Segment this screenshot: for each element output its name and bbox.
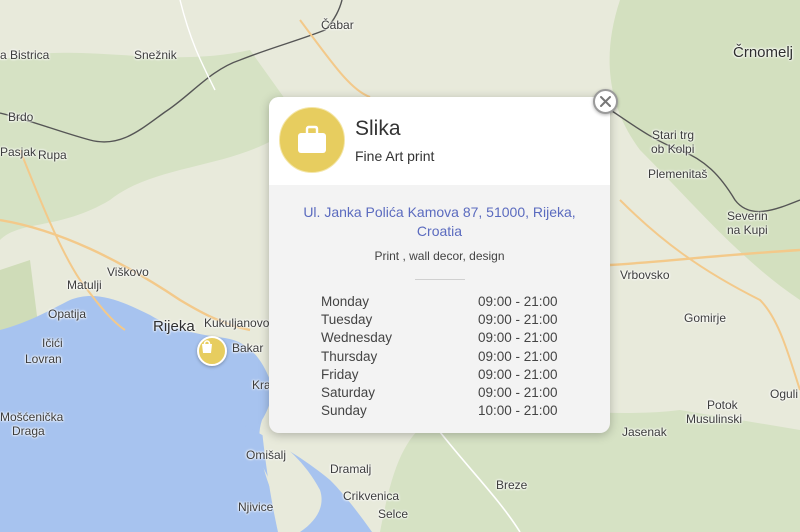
map-label-matulji: Matulji — [67, 278, 102, 292]
hours-row: Wednesday 09:00 - 21:00 — [321, 330, 561, 348]
hours-time: 09:00 - 21:00 — [478, 384, 558, 400]
close-icon — [600, 96, 611, 107]
store-marker[interactable] — [197, 336, 227, 366]
map-label-vrbovsko: Vrbovsko — [620, 268, 670, 282]
hours-time: 09:00 - 21:00 — [478, 312, 558, 328]
hours-day: Friday — [321, 366, 359, 382]
map-label-lovran: Lovran — [25, 352, 62, 366]
hours-row: Tuesday 09:00 - 21:00 — [321, 312, 561, 330]
map-label-cabar: Čabar — [321, 18, 354, 32]
map-label-stari-trg-1: Stari trg — [652, 128, 695, 142]
map-label-ogulin: Oguli — [770, 387, 799, 401]
map-label-moscenicka-1: Mošćenička — [0, 410, 64, 424]
divider — [415, 279, 465, 280]
hours-row: Monday 09:00 - 21:00 — [321, 294, 561, 312]
map-label-selce: Selce — [378, 507, 409, 521]
map-label-plemenitas: Plemenitaš — [648, 167, 708, 181]
map-label-omisalj: Omišalj — [246, 448, 287, 462]
business-tags: Print , wall decor, design — [374, 249, 505, 263]
map-label-crnomelj: Črnomelj — [733, 44, 794, 61]
map-label-severin-2: na Kupi — [727, 223, 768, 237]
map-label-viskovo: Viškovo — [107, 265, 149, 279]
map-label-sneznik: Snežnik — [134, 48, 177, 62]
map-label-potok-1: Potok — [707, 398, 738, 412]
hours-day: Tuesday — [321, 312, 373, 328]
map-label-moscenicka-2: Draga — [12, 424, 45, 438]
map-label-jasenak: Jasenak — [622, 425, 667, 439]
map-label-breze: Breze — [496, 478, 528, 492]
business-avatar — [279, 107, 345, 173]
map-label-bakar: Bakar — [232, 341, 264, 355]
hours-time: 09:00 - 21:00 — [478, 348, 558, 364]
hours-row: Thursday 09:00 - 21:00 — [321, 349, 561, 367]
popup-header: Slika Fine Art print — [269, 97, 610, 185]
map-label-dramalj: Dramalj — [330, 462, 372, 476]
opening-hours: Monday 09:00 - 21:00 Tuesday 09:00 - 21:… — [321, 294, 561, 421]
hours-day: Sunday — [321, 403, 367, 419]
hours-day: Monday — [321, 294, 370, 309]
map-label-opatija: Opatija — [48, 307, 87, 321]
hours-row: Friday 09:00 - 21:00 — [321, 367, 561, 385]
close-popup-button[interactable] — [593, 89, 618, 114]
info-popup: Slika Fine Art print Ul. Janka Polića Ka… — [269, 97, 610, 433]
business-subtitle: Fine Art print — [355, 148, 435, 164]
map-label-kraljevica: Kra — [252, 378, 271, 392]
map-label-potok-2: Musulinski — [686, 412, 743, 426]
map-label-icici: Ičići — [42, 336, 63, 350]
hours-time: 09:00 - 21:00 — [478, 330, 558, 346]
hours-day: Wednesday — [321, 330, 393, 346]
map-label-njivice: Njivice — [238, 500, 274, 514]
hours-day: Thursday — [321, 348, 378, 364]
business-name: Slika — [355, 117, 401, 140]
map-label-ilirska-bistrica: a Bistrica — [0, 48, 50, 62]
hours-time: 09:00 - 21:00 — [478, 366, 558, 382]
map-label-pasjak: Pasjak — [0, 145, 37, 159]
shopping-bag-icon — [202, 340, 212, 353]
hours-row: Saturday 09:00 - 21:00 — [321, 385, 561, 403]
map-label-rijeka: Rijeka — [153, 318, 195, 335]
hours-row: Sunday 10:00 - 21:00 — [321, 403, 561, 421]
hours-day: Saturday — [321, 384, 376, 400]
map-label-kukuljanovo: Kukuljanovo — [204, 316, 270, 330]
map-label-rupa: Rupa — [38, 148, 67, 162]
map-label-gomirje: Gomirje — [684, 311, 727, 325]
map-label-severin-1: Severin — [727, 209, 768, 223]
map-label-crikvenica: Crikvenica — [343, 489, 400, 503]
briefcase-icon — [298, 125, 326, 153]
business-address-link[interactable]: Ul. Janka Polića Kamova 87, 51000, Rijek… — [289, 203, 590, 241]
hours-time: 09:00 - 21:00 — [478, 294, 558, 309]
map-label-stari-trg-2: ob Kolpi — [651, 142, 695, 156]
hours-time: 10:00 - 21:00 — [478, 403, 558, 419]
map-label-brdo: Brdo — [8, 110, 34, 124]
